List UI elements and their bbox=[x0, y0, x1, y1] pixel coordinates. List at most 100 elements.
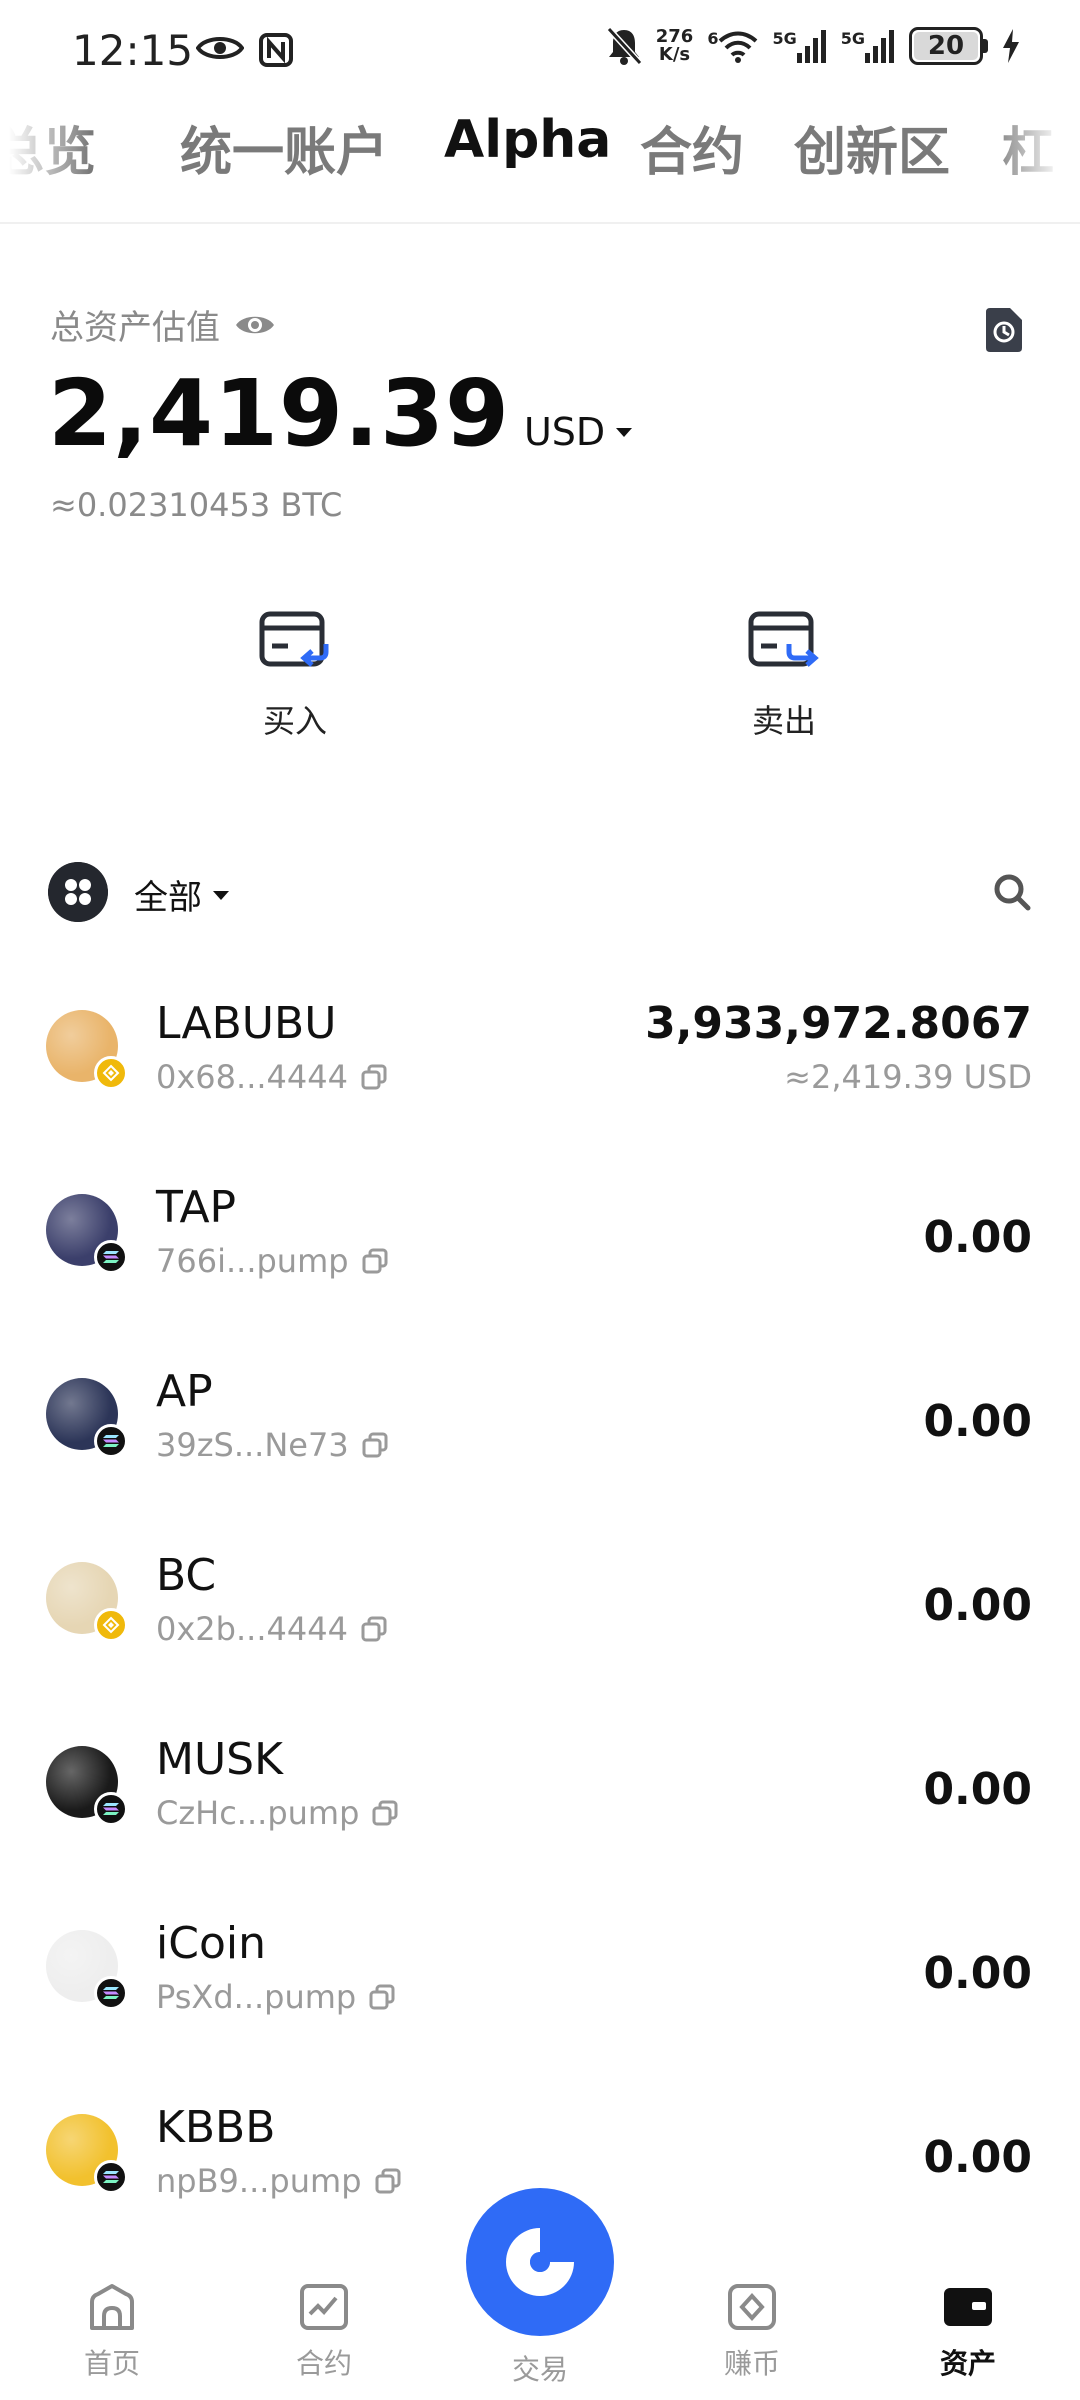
token-amount: 0.00 bbox=[923, 1212, 1032, 1263]
token-row[interactable]: MUSK CzHc...pump 0.00 bbox=[0, 1694, 1080, 1878]
signal-icon bbox=[865, 30, 894, 63]
token-symbol: iCoin bbox=[156, 1918, 266, 1969]
card-in-icon bbox=[259, 611, 329, 667]
token-symbol: LABUBU bbox=[156, 998, 337, 1049]
token-amount: 0.00 bbox=[923, 1396, 1032, 1447]
solana-chain-icon bbox=[94, 2160, 128, 2194]
trade-button[interactable] bbox=[466, 2188, 614, 2336]
signal-1-label: 5G bbox=[772, 29, 797, 48]
net-speed-unit: K/s bbox=[658, 44, 691, 65]
nav-futures-label: 合约 bbox=[295, 2347, 352, 2380]
copy-icon[interactable] bbox=[368, 1983, 396, 2011]
token-avatar bbox=[46, 1010, 128, 1090]
battery-indicator: 20 bbox=[909, 27, 988, 65]
token-amount: 0.00 bbox=[923, 2132, 1032, 2183]
buy-label: 买入 bbox=[262, 702, 327, 740]
token-address-text: 0x2b...4444 bbox=[156, 1610, 348, 1648]
currency-selector[interactable]: USD bbox=[524, 410, 633, 454]
token-address: 39zS...Ne73 bbox=[156, 1426, 389, 1464]
net-speed: 276 K/s bbox=[656, 28, 694, 64]
token-avatar bbox=[46, 1378, 128, 1458]
token-row[interactable]: AP 39zS...Ne73 0.00 bbox=[0, 1326, 1080, 1510]
tab-alpha[interactable]: Alpha bbox=[444, 110, 611, 170]
total-assets-label-text: 总资产估值 bbox=[50, 308, 220, 348]
nav-assets-label: 资产 bbox=[939, 2347, 996, 2380]
copy-icon[interactable] bbox=[371, 1799, 399, 1827]
signal-icon bbox=[796, 30, 826, 63]
sell-button[interactable]: 卖出 bbox=[684, 610, 884, 742]
btc-equivalent: ≈0.02310453 BTC bbox=[50, 486, 343, 524]
token-row[interactable]: TAP 766i...pump 0.00 bbox=[0, 1142, 1080, 1326]
tabs-divider bbox=[0, 222, 1080, 224]
filter-dropdown[interactable]: 全部 bbox=[134, 870, 230, 919]
token-address-text: 766i...pump bbox=[156, 1242, 349, 1280]
token-address-text: 39zS...Ne73 bbox=[156, 1426, 349, 1464]
nav-home[interactable]: 首页 bbox=[52, 2282, 172, 2382]
solana-chain-icon bbox=[94, 1240, 128, 1274]
token-address: 766i...pump bbox=[156, 1242, 389, 1280]
bnb-chain-icon bbox=[94, 1056, 128, 1090]
eye-icon[interactable] bbox=[234, 311, 276, 339]
token-row[interactable]: iCoin PsXd...pump 0.00 bbox=[0, 1878, 1080, 2062]
buy-button[interactable]: 买入 bbox=[195, 610, 395, 742]
copy-icon[interactable] bbox=[360, 1063, 388, 1091]
token-row[interactable]: LABUBU 0x68...4444 3,933,972.8067 ≈2,419.39… bbox=[0, 958, 1080, 1142]
nav-assets[interactable]: 资产 bbox=[908, 2282, 1028, 2382]
chart-icon bbox=[300, 2284, 348, 2330]
balance-row: 2,419.39 USD bbox=[48, 360, 633, 467]
token-address: npB9...pump bbox=[156, 2162, 402, 2200]
nav-earn-label: 赚币 bbox=[723, 2347, 780, 2380]
tab-futures[interactable]: 合约 bbox=[640, 110, 744, 185]
nav-futures[interactable]: 合约 bbox=[264, 2282, 384, 2382]
token-address-text: CzHc...pump bbox=[156, 1794, 360, 1832]
token-address-text: npB9...pump bbox=[156, 2162, 362, 2200]
token-usd-value: ≈2,419.39 USD bbox=[784, 1058, 1032, 1096]
account-tabs: 总览 统一账户 Alpha 合约 创新区 杠 bbox=[0, 110, 1080, 210]
total-balance: 2,419.39 bbox=[48, 360, 510, 467]
history-record-icon[interactable] bbox=[982, 306, 1026, 354]
currency-label: USD bbox=[523, 410, 606, 454]
copy-icon[interactable] bbox=[374, 2167, 402, 2195]
copy-icon[interactable] bbox=[361, 1247, 389, 1275]
solana-chain-icon bbox=[94, 1792, 128, 1826]
caret-down-icon bbox=[213, 890, 229, 900]
search-icon[interactable] bbox=[992, 872, 1032, 912]
filter-row: 全部 bbox=[48, 862, 1032, 922]
token-symbol: AP bbox=[156, 1366, 213, 1417]
token-avatar bbox=[46, 1194, 128, 1274]
token-symbol: BC bbox=[156, 1550, 217, 1601]
token-row[interactable]: BC 0x2b...4444 0.00 bbox=[0, 1510, 1080, 1694]
nfc-icon bbox=[259, 33, 293, 67]
token-address: 0x2b...4444 bbox=[156, 1610, 388, 1648]
solana-chain-icon bbox=[94, 1976, 128, 2010]
copy-icon[interactable] bbox=[361, 1431, 389, 1459]
copy-icon[interactable] bbox=[360, 1615, 388, 1643]
token-amount: 0.00 bbox=[923, 1580, 1032, 1631]
home-icon bbox=[90, 2284, 134, 2330]
token-address: 0x68...4444 bbox=[156, 1058, 388, 1096]
total-assets-label: 总资产估值 bbox=[50, 300, 276, 349]
wifi-superscript: 6 bbox=[707, 29, 719, 48]
tab-innovation[interactable]: 创新区 bbox=[794, 110, 950, 185]
token-symbol: KBBB bbox=[156, 2102, 276, 2153]
caret-down-icon bbox=[616, 428, 633, 437]
status-bar: 12:15 276 K/s 6 5G 5G 20 bbox=[0, 0, 1080, 100]
wifi-group: 6 bbox=[707, 29, 758, 63]
tab-unified-account[interactable]: 统一账户 bbox=[180, 110, 388, 185]
categories-icon[interactable] bbox=[48, 862, 108, 922]
token-symbol: MUSK bbox=[156, 1734, 283, 1785]
sell-label: 卖出 bbox=[751, 702, 816, 740]
token-amount: 0.00 bbox=[923, 1948, 1032, 1999]
token-avatar bbox=[46, 1562, 128, 1642]
token-avatar bbox=[46, 2114, 128, 2194]
eye-icon bbox=[196, 37, 244, 59]
tabs-fade-left bbox=[0, 110, 90, 210]
earn-icon bbox=[728, 2284, 776, 2330]
token-address: PsXd...pump bbox=[156, 1978, 396, 2016]
status-time: 12:15 bbox=[72, 26, 194, 75]
nav-earn[interactable]: 赚币 bbox=[692, 2282, 812, 2382]
signal-1: 5G bbox=[772, 29, 826, 63]
nav-trade-label: 交易 bbox=[511, 2353, 568, 2386]
token-address-text: PsXd...pump bbox=[156, 1978, 357, 2016]
solana-chain-icon bbox=[94, 1424, 128, 1458]
